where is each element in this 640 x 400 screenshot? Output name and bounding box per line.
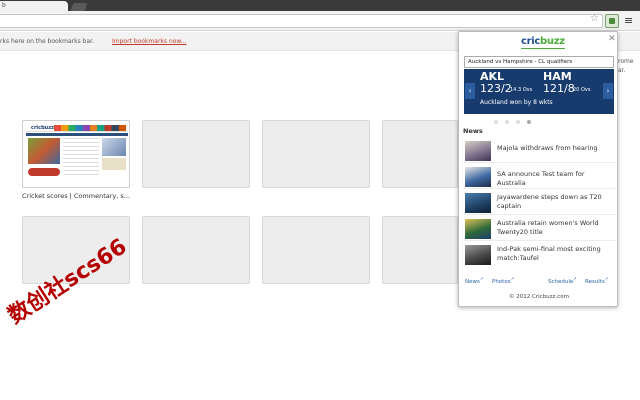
new-tab-button[interactable] — [70, 3, 88, 11]
preview-header: cricbuzz — [26, 124, 128, 132]
news-thumbnail — [465, 141, 491, 161]
team2-overs: 20 Ovs — [573, 87, 591, 93]
close-icon[interactable]: ✕ — [608, 35, 616, 44]
next-match-button[interactable]: › — [603, 83, 613, 99]
browser-tab[interactable]: b — [0, 1, 68, 11]
scorecard: ‹ AKL HAM 123/2 14.3 Ovs 121/8 20 Ovs Au… — [464, 69, 614, 114]
most-visited-thumbnail-empty — [262, 120, 370, 188]
address-bar[interactable] — [0, 14, 603, 28]
star-icon[interactable]: ☆ — [590, 14, 599, 24]
results-link[interactable]: Results — [585, 274, 608, 287]
preview-nav — [26, 133, 128, 136]
copyright-text: © 2012 Cricbuzz.com — [509, 294, 569, 300]
preview-text-column — [63, 138, 99, 178]
preview-banner — [54, 125, 126, 131]
preview-hero-image — [28, 138, 60, 164]
import-bookmarks-link[interactable]: Import bookmarks now... — [112, 32, 187, 51]
most-visited-thumbnail-empty — [262, 216, 370, 284]
most-visited-thumbnail-empty — [382, 216, 458, 284]
footer-links: News Photos Schedule Results — [463, 274, 615, 287]
preview-image — [102, 138, 126, 156]
preview-button — [28, 168, 60, 176]
news-title[interactable]: Majola withdraws from hearing — [497, 144, 613, 153]
news-thumbnail — [465, 245, 491, 265]
news-title[interactable]: Australia retain women's World Twenty20 … — [497, 219, 613, 237]
most-visited-thumbnail-cricbuzz[interactable]: cricbuzz — [22, 120, 130, 188]
logo-text-cric: cric — [521, 36, 541, 47]
news-link[interactable]: News — [465, 274, 483, 287]
match-select[interactable]: Auckland vs Hampshire - CL qualifiers — [464, 56, 614, 68]
side-text-line-2: ar. — [618, 67, 626, 74]
news-header: News — [463, 127, 483, 135]
most-visited-thumbnail-empty — [142, 120, 250, 188]
news-item[interactable]: Majola withdraws from hearing — [463, 139, 615, 163]
news-thumbnail — [465, 193, 491, 213]
preview-image-2 — [102, 158, 126, 170]
carousel-dot[interactable] — [505, 120, 509, 124]
news-title[interactable]: Jayawardene steps down as T20 captain — [497, 193, 613, 211]
menu-icon[interactable]: ≡ — [624, 15, 633, 26]
carousel-indicator — [494, 120, 564, 126]
news-item[interactable]: SA announce Test team for Australia — [463, 165, 615, 189]
tab-label: b — [2, 2, 6, 9]
browser-toolbar: ☆ ≡ — [0, 11, 640, 31]
site-preview: cricbuzz — [26, 124, 128, 186]
previous-match-button[interactable]: ‹ — [465, 83, 475, 99]
thumbnail-caption[interactable]: Cricket scores | Commentary, s... — [22, 192, 132, 200]
partial-side-text: rome ar. — [618, 57, 634, 75]
news-item[interactable]: Australia retain women's World Twenty20 … — [463, 217, 615, 241]
logo-underline — [521, 48, 565, 49]
bookmarks-bar-text: rks here on the bookmarks bar. — [0, 38, 94, 45]
match-result: Auckland won by 8 wkts — [480, 99, 553, 106]
schedule-link[interactable]: Schedule — [548, 274, 577, 287]
news-thumbnail — [465, 219, 491, 239]
team1-score: 123/2 — [480, 82, 512, 95]
carousel-dot[interactable] — [494, 120, 498, 124]
team2-score: 121/8 — [543, 82, 575, 95]
news-title[interactable]: SA announce Test team for Australia — [497, 170, 613, 188]
cricbuzz-popup: cricbuzz ✕ Auckland vs Hampshire - CL qu… — [458, 31, 618, 307]
news-thumbnail — [465, 167, 491, 187]
side-text-line-1: rome — [618, 58, 634, 65]
preview-logo: cricbuzz — [31, 125, 55, 131]
carousel-dot-active[interactable] — [527, 120, 531, 124]
cricbuzz-logo: cricbuzz — [521, 36, 565, 47]
news-item[interactable]: Jayawardene steps down as T20 captain — [463, 191, 615, 215]
most-visited-thumbnail-empty — [142, 216, 250, 284]
window-titlebar: b — [0, 0, 640, 11]
logo-text-buzz: buzz — [540, 36, 565, 47]
team1-overs: 14.3 Ovs — [510, 87, 533, 93]
news-item[interactable]: Ind-Pak semi-final most exciting match:T… — [463, 243, 615, 267]
news-title[interactable]: Ind-Pak semi-final most exciting match:T… — [497, 245, 613, 263]
carousel-dot[interactable] — [516, 120, 520, 124]
cricbuzz-extension-icon[interactable] — [605, 14, 619, 28]
photos-link[interactable]: Photos — [492, 274, 514, 287]
most-visited-thumbnail-empty — [382, 120, 458, 188]
